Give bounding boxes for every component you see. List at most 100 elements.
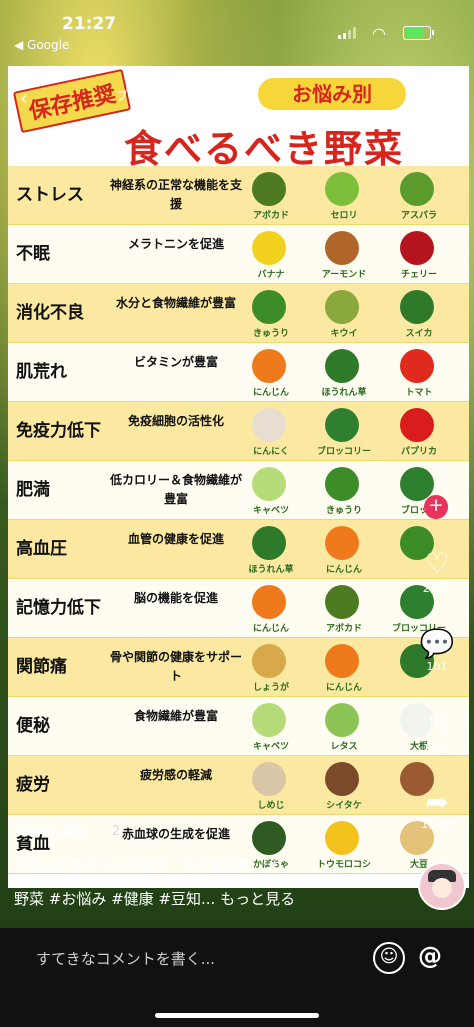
save-recommended-tag: 保存推奨 xyxy=(12,68,132,134)
condition-label: 免疫力低下 xyxy=(16,421,101,441)
hashtags-text[interactable]: 野菜 #お悩み #健康 #豆知... xyxy=(14,890,215,908)
vegetable-item: アーモンド xyxy=(313,227,375,281)
vegetable-item: キャベツ xyxy=(240,463,302,517)
table-row: 免疫力低下 免疫細胞の活性化 にんにく ブロッコリー パプリカ xyxy=(8,402,469,461)
vegetable-name: シイタケ xyxy=(326,801,362,811)
post-description[interactable]: お悩み別食べるべき野菜 保存推奨編 # xyxy=(14,856,278,876)
vegetable-item: しめじ xyxy=(240,758,302,812)
vegetable-item: トマト xyxy=(388,345,450,399)
table-row: 便秘 食物繊維が豊富 キャベツ レタス 大根 xyxy=(8,697,469,756)
table-row: 消化不良 水分と食物繊維が豊富 きゅうり キウイ スイカ xyxy=(8,284,469,343)
vegetable-item: アボカド xyxy=(313,581,375,635)
back-arrow-icon[interactable]: ‹ xyxy=(20,86,28,110)
condition-label: 肥満 xyxy=(16,480,50,500)
back-to-google-link[interactable]: ◀ Google xyxy=(14,38,69,52)
table-row: 記憶力低下 脳の機能を促進 にんじん アボカド ブロッコリー xyxy=(8,579,469,638)
emoji-icon[interactable]: ☺ xyxy=(373,942,405,974)
vegetable-illustration xyxy=(400,172,434,206)
vegetable-illustration xyxy=(325,526,359,560)
vegetable-item: レタス xyxy=(313,699,375,753)
vegetable-illustration xyxy=(325,703,359,737)
status-bar: 21:27 ◀ Google ◠ xyxy=(0,0,474,56)
vegetable-illustration xyxy=(325,172,359,206)
signal-icon xyxy=(338,27,358,39)
vegetable-illustration xyxy=(252,762,286,796)
post-hashtags[interactable]: 野菜 #お悩み #健康 #豆知... もっと見る xyxy=(14,888,295,909)
condition-label: 不眠 xyxy=(16,244,50,264)
vegetable-illustration xyxy=(252,231,286,265)
vegetable-item: アスパラ xyxy=(388,168,450,222)
table-row: 関節痛 骨や関節の健康をサポート しょうが にんじん xyxy=(8,638,469,697)
effect-text: 疲労感の軽減 xyxy=(139,768,212,782)
vegetable-item: にんにく xyxy=(240,404,302,458)
see-more-link[interactable]: もっと見る xyxy=(220,890,295,908)
vegetable-item: スイカ xyxy=(388,286,450,340)
vegetable-illustration xyxy=(252,172,286,206)
sub-title-badge: お悩み別 xyxy=(258,78,406,110)
vegetable-illustration xyxy=(252,467,286,501)
effect-text: 食物繊維が豊富 xyxy=(133,709,218,723)
vegetable-illustration xyxy=(400,408,434,442)
bookmark-icon: ⌑ xyxy=(429,707,445,740)
author-name[interactable]: Gino.life xyxy=(18,822,89,840)
vegetable-illustration xyxy=(252,526,286,560)
vegetable-item: パプリカ xyxy=(388,404,450,458)
vegetable-name: レタス xyxy=(330,742,358,752)
vegetable-illustration xyxy=(252,290,286,324)
vegetable-item: ほうれん草 xyxy=(240,522,302,576)
heart-icon: ♡ xyxy=(424,547,450,580)
condition-label: 記憶力低下 xyxy=(16,598,101,618)
home-indicator xyxy=(155,1013,319,1018)
search-query-text[interactable]: ブロッコリー xyxy=(116,87,188,104)
effect-text: ビタミンが豊富 xyxy=(133,355,218,369)
like-button[interactable]: ♡ 2.6万 xyxy=(412,548,462,596)
comment-input[interactable]: すてきなコメントを書く... xyxy=(36,948,215,969)
effect-text: 水分と食物繊維が豊富 xyxy=(115,296,236,310)
share-count: 1,752 xyxy=(421,818,453,831)
vegetable-table: ストレス 神経系の正常な機能を支援 アボカド セロリ アスパラ 不眠 メラトニンを促進 バナナ… xyxy=(8,166,469,874)
vegetable-item: トウモロコシ xyxy=(313,817,375,871)
search-button[interactable]: 検索 xyxy=(405,86,431,105)
vegetable-item: ほうれん草 xyxy=(313,345,375,399)
vegetable-name: バナナ xyxy=(257,270,285,280)
comment-button[interactable]: 💬 101 xyxy=(412,627,462,674)
vegetable-illustration xyxy=(325,290,359,324)
vegetable-name: キャベツ xyxy=(252,742,289,752)
vegetable-name: パプリカ xyxy=(400,447,437,457)
music-avatar[interactable] xyxy=(418,862,466,910)
share-button[interactable]: ➦ 1,752 xyxy=(412,785,462,832)
effect-text: 免疫細胞の活性化 xyxy=(127,414,224,428)
follow-plus-button[interactable]: + xyxy=(424,495,448,519)
vegetable-name: キャベツ xyxy=(252,506,289,516)
vegetable-illustration xyxy=(400,231,434,265)
effect-text: 脳の機能を促進 xyxy=(133,591,218,605)
vegetable-illustration xyxy=(325,821,359,855)
save-button[interactable]: ⌑ 1.2万 xyxy=(412,708,462,756)
vegetable-name: アボカド xyxy=(252,211,289,221)
vegetable-item: にんじん xyxy=(313,522,375,576)
effect-text: 低カロリー＆食物繊維が豊富 xyxy=(110,473,243,506)
vegetable-illustration xyxy=(325,762,359,796)
vegetable-item: チェリー xyxy=(388,227,450,281)
table-row: 肌荒れ ビタミンが豊富 にんじん ほうれん草 トマト xyxy=(8,343,469,402)
table-row: 不眠 メラトニンを促進バナナ アーモンド チェリー xyxy=(8,225,469,284)
vegetable-name: にんにく xyxy=(253,447,289,457)
vegetable-item: キウイ xyxy=(313,286,375,340)
vegetable-item: キャベツ xyxy=(240,699,302,753)
effect-text: 赤血球の生成を促進 xyxy=(121,827,230,841)
comment-icon: 💬 xyxy=(419,627,455,660)
table-row: 疲労 疲労感の軽減 しめじ シイタケ xyxy=(8,756,469,815)
status-time: 21:27 xyxy=(62,14,117,34)
mention-icon[interactable]: @ xyxy=(418,942,442,970)
effect-text: メラトニンを促進 xyxy=(127,237,224,251)
post-date: 2 xyxy=(112,824,121,839)
vegetable-name: トウモロコシ xyxy=(316,860,371,870)
card-title: 食べるべき野菜 xyxy=(124,127,405,171)
vegetable-illustration xyxy=(252,349,286,383)
vegetable-illustration xyxy=(400,349,434,383)
table-row: ストレス 神経系の正常な機能を支援 アボカド セロリ アスパラ xyxy=(8,166,469,225)
avatar-face xyxy=(432,878,452,898)
share-arrow-icon: ➦ xyxy=(425,785,449,818)
vegetable-name: セロリ xyxy=(330,211,358,221)
vegetable-illustration xyxy=(325,408,359,442)
